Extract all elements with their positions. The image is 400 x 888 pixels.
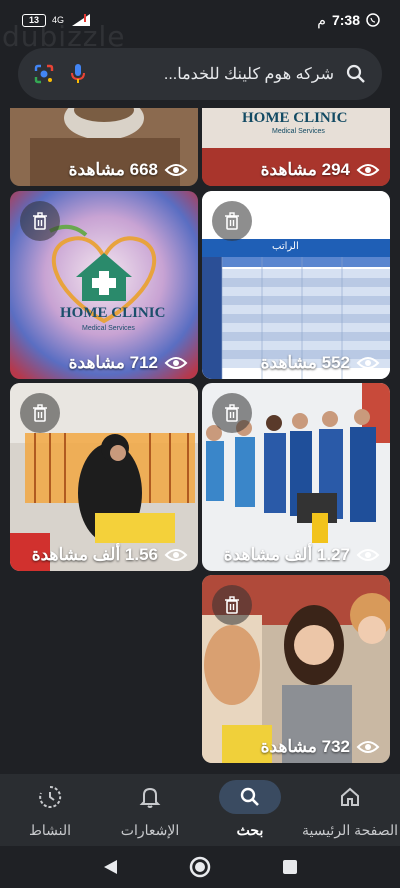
search-bar[interactable]: شركه هوم كلينك للخدما... (18, 48, 382, 100)
image-result-card[interactable]: 1.56 ألف مشاهدة (10, 383, 198, 571)
eye-icon (356, 357, 380, 369)
home-clinic-logo-subtext: Medical Services (272, 128, 325, 135)
search-input[interactable]: شركه هوم كلينك للخدما... (100, 64, 334, 84)
search-icon (240, 787, 259, 806)
trash-icon (225, 212, 239, 230)
home-clinic-logo-text: HOME CLINIC (242, 110, 348, 126)
view-count-text: 294 مشاهدة (260, 160, 350, 179)
view-count: 732 مشاهدة (261, 737, 380, 757)
whatsapp-icon (366, 13, 380, 27)
home-icon (341, 787, 359, 806)
image-result-card[interactable]: الراتب 552 مشاهدة (202, 191, 390, 379)
bell-icon (139, 787, 161, 808)
view-count: 1.56 ألف مشاهدة (32, 545, 188, 565)
nav-activity-label: النشاط (28, 822, 72, 838)
image-result-card[interactable]: 732 مشاهدة (202, 575, 390, 763)
microphone-icon[interactable] (66, 62, 90, 86)
image-result-card[interactable]: HOME CLINIC Medical Services 294 مشاهدة (202, 108, 390, 186)
search-icon[interactable] (344, 62, 368, 86)
view-count: 668 مشاهدة (69, 160, 188, 180)
eye-icon (164, 357, 188, 369)
view-count-text: 712 مشاهدة (68, 353, 158, 372)
nav-home-label: الصفحة الرئيسية (301, 822, 399, 838)
view-count: 712 مشاهدة (69, 353, 188, 373)
status-time: 7:38 (331, 12, 360, 28)
bottom-navigation: النشاط الإشعارات بحث الصفحة الرئيسية (0, 774, 400, 846)
view-count: 552 مشاهدة (261, 353, 380, 373)
delete-button[interactable] (20, 201, 60, 241)
home-button-icon[interactable] (189, 856, 211, 878)
nav-activity-pill (19, 780, 81, 814)
home-clinic-logo-text: HOME CLINIC (60, 305, 166, 321)
back-icon[interactable] (101, 858, 119, 876)
home-clinic-logo-subtext: Medical Services (82, 325, 135, 332)
trash-icon (33, 212, 47, 230)
eye-icon (356, 549, 380, 561)
delete-button[interactable] (212, 585, 252, 625)
image-result-card[interactable]: 668 مشاهدة (10, 108, 198, 186)
trash-icon (33, 404, 47, 422)
nav-home-pill (319, 780, 381, 814)
recents-icon[interactable] (281, 858, 299, 876)
google-lens-icon[interactable] (32, 62, 56, 86)
view-count-text: 1.27 ألف مشاهدة (223, 545, 350, 564)
nav-search-pill (219, 780, 281, 814)
nav-activity[interactable]: النشاط (0, 780, 100, 839)
nav-search[interactable]: بحث (200, 780, 300, 839)
eye-icon (164, 164, 188, 176)
delete-button[interactable] (20, 393, 60, 433)
eye-icon (356, 741, 380, 753)
image-result-card[interactable]: HOME CLINIC Medical Services 712 مشاهدة (10, 191, 198, 379)
nav-notifications-pill (119, 780, 181, 814)
view-count-text: 732 مشاهدة (260, 737, 350, 756)
image-result-card[interactable]: 1.27 ألف مشاهدة (202, 383, 390, 571)
view-count: 1.27 ألف مشاهدة (224, 545, 380, 565)
delete-button[interactable] (212, 201, 252, 241)
trash-icon (225, 404, 239, 422)
nav-home[interactable]: الصفحة الرئيسية (300, 780, 400, 839)
view-count: 294 مشاهدة (261, 160, 380, 180)
system-navigation-bar (0, 846, 400, 888)
activity-icon (39, 785, 62, 808)
delete-button[interactable] (212, 393, 252, 433)
nav-search-label: بحث (236, 822, 264, 838)
eye-icon (164, 549, 188, 561)
table-header-text: الراتب (272, 241, 299, 252)
status-time-suffix: م (317, 11, 326, 28)
view-count-text: 668 مشاهدة (68, 160, 158, 179)
view-count-text: 552 مشاهدة (260, 353, 350, 372)
view-count-text: 1.56 ألف مشاهدة (31, 545, 158, 564)
eye-icon (356, 164, 380, 176)
nav-notifications[interactable]: الإشعارات (100, 780, 200, 839)
status-right: م 7:38 (317, 12, 380, 29)
trash-icon (225, 596, 239, 614)
nav-notifications-label: الإشعارات (120, 822, 180, 838)
